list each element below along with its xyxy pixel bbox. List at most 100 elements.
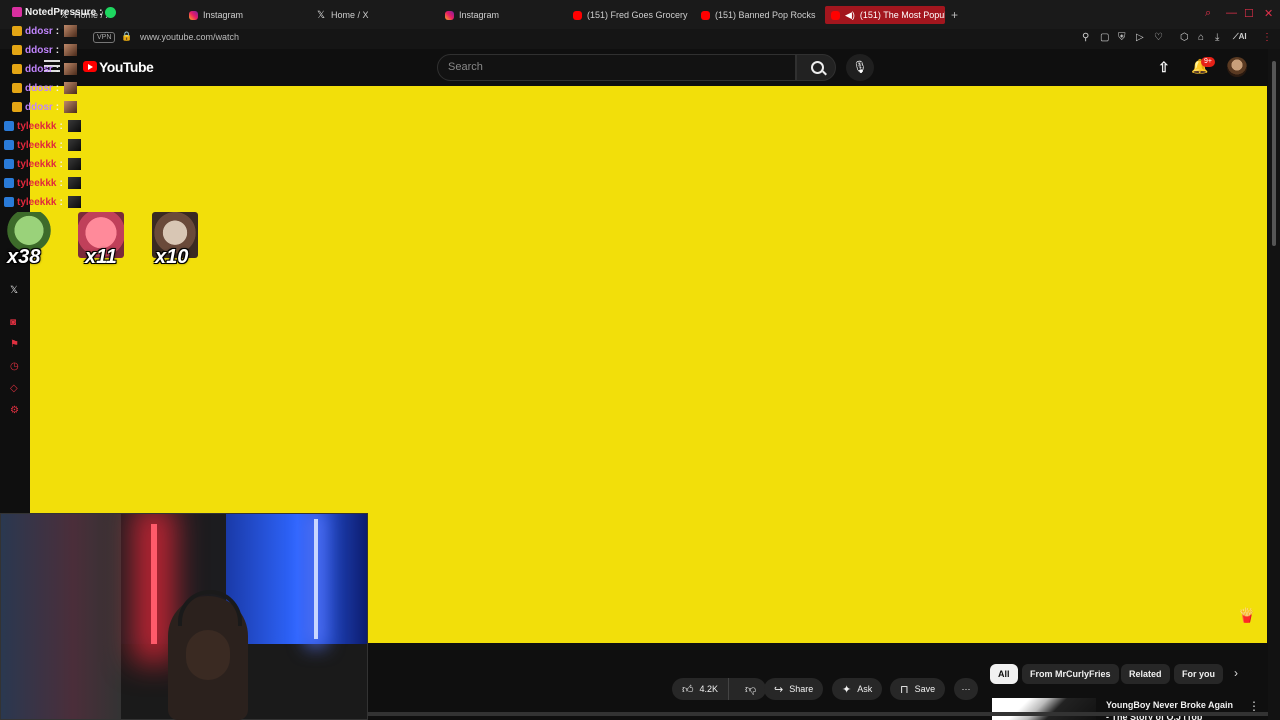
chat-message: ddosr : — [12, 43, 78, 57]
sub-badge-icon — [12, 26, 22, 36]
notification-badge: 9+ — [1201, 57, 1215, 67]
search-icon[interactable]: ⌕ — [1205, 7, 1211, 20]
recommended-thumbnail[interactable] — [992, 698, 1096, 720]
chevron-right-icon[interactable]: › — [1234, 666, 1238, 680]
chat-message: ddosr : — [12, 100, 78, 114]
youtube-logo-text[interactable]: YouTube — [99, 59, 154, 75]
play-icon[interactable]: ▷ — [1136, 32, 1144, 43]
chat-message: tyleekkk : — [4, 157, 81, 171]
tab-instagram[interactable]: Instagram — [445, 6, 499, 24]
recommended-title[interactable]: YoungBoy Never Broke Again - The Story o… — [1106, 699, 1236, 720]
chat-emote — [67, 158, 81, 170]
like-dislike-group: 👍︎ 4.2K 👎︎ — [672, 678, 767, 700]
chip-related[interactable]: Related — [1121, 664, 1170, 684]
microphone-icon[interactable]: 🎙 — [846, 54, 874, 81]
ask-button[interactable]: ✦ Ask — [832, 678, 883, 700]
pin-icon[interactable]: ⚲ — [1082, 32, 1089, 43]
minimize-icon[interactable]: — — [1226, 7, 1237, 19]
ai-button[interactable]: ⟋AI — [1233, 32, 1247, 42]
youtube-logo-icon[interactable] — [83, 61, 97, 72]
chat-emote — [64, 82, 78, 94]
sub-badge-icon — [4, 121, 14, 131]
close-icon[interactable]: ✕ — [1264, 7, 1273, 20]
chip-all[interactable]: All — [990, 664, 1018, 684]
thumbs-down-icon: 👎︎ — [745, 683, 757, 696]
address-bar: VPN 🔒 www.youtube.com/watch ⚲ ▢ ⛨ ▷ ♡ ⬡ … — [0, 29, 1280, 49]
instagram-icon[interactable]: ◙ — [10, 317, 16, 328]
tag-icon[interactable]: ◇ — [10, 383, 18, 394]
maximize-icon[interactable]: ☐ — [1244, 7, 1254, 20]
youtube-icon — [701, 10, 710, 20]
menu-icon[interactable]: ⋮ — [1262, 32, 1272, 43]
bookmark-icon: ⊓ — [900, 683, 909, 696]
chat-emote — [64, 25, 78, 37]
thumbs-up-icon: 👍︎ — [682, 683, 694, 696]
history-icon[interactable]: ◷ — [10, 361, 19, 372]
tab-home-x[interactable]: 𝕏 Home / X — [317, 6, 369, 24]
youtube-icon — [573, 10, 582, 20]
x-icon: 𝕏 — [317, 9, 326, 21]
wallet-icon[interactable]: ⌂ — [1198, 32, 1204, 43]
sub-badge-icon — [4, 140, 14, 150]
chat-emote — [67, 196, 81, 208]
browser-tab-bar: 𝕏 Home / X Instagram 𝕏 Home / X Instagra… — [0, 0, 1280, 29]
chat-message: ddosr : — [12, 62, 78, 76]
dislike-button[interactable]: 👎︎ — [735, 683, 766, 696]
scrollbar[interactable] — [1268, 49, 1280, 720]
share-button[interactable]: ↪ Share — [764, 678, 824, 700]
tab-instagram[interactable]: Instagram — [189, 6, 243, 24]
emote-combo-count: x38 — [7, 246, 41, 268]
chat-emote — [67, 120, 81, 132]
like-button[interactable]: 👍︎ 4.2K — [672, 678, 730, 700]
chat-message: ddosr : — [12, 81, 78, 95]
chat-emote — [67, 139, 81, 151]
heart-icon[interactable]: ♡ — [1154, 32, 1163, 43]
save-button[interactable]: ⊓ Save — [890, 678, 946, 700]
streamer-header: NotedPressure : — [12, 5, 117, 19]
chat-message: tyleekkk : — [4, 176, 81, 190]
tab-youtube-fred[interactable]: (151) Fred Goes Grocery S — [573, 6, 689, 24]
tab-youtube-active[interactable]: ◀) (151) The Most Popula — [825, 6, 945, 24]
snapshot-icon[interactable]: ▢ — [1100, 32, 1109, 43]
more-actions-button[interactable]: ⋯ — [954, 678, 978, 700]
settings-icon[interactable]: ⚙ — [10, 405, 19, 416]
speaker-icon: ◀) — [845, 9, 855, 20]
extensions-icon[interactable]: ⬡ — [1180, 32, 1189, 43]
avatar[interactable] — [1227, 57, 1247, 77]
shield-icon[interactable]: ⛨ — [1118, 32, 1126, 43]
chat-message: ddosr : — [12, 24, 78, 38]
video-progress-bar[interactable] — [368, 712, 1268, 716]
new-tab-button[interactable]: + — [951, 8, 958, 22]
chat-emote — [64, 44, 78, 56]
sub-badge-icon — [12, 102, 22, 112]
spotify-icon — [105, 6, 117, 18]
youtube-header: YouTube 🎙 ⇧ 🔔 9+ — [0, 49, 1280, 86]
upload-icon[interactable]: ⇧ — [1158, 59, 1170, 76]
search-box[interactable] — [437, 54, 796, 81]
chat-message: tyleekkk : — [4, 138, 81, 152]
more-options-icon[interactable]: ⋮ — [1248, 699, 1260, 713]
emote-combo-count: x10 — [155, 246, 189, 268]
chip-from-channel[interactable]: From MrCurlyFries — [1022, 664, 1119, 684]
vpn-button[interactable]: VPN — [93, 32, 116, 43]
search-input[interactable] — [448, 61, 778, 73]
scrollbar-thumb[interactable] — [1272, 61, 1276, 246]
search-button[interactable] — [796, 54, 836, 81]
x-icon[interactable]: 𝕏 — [10, 285, 18, 296]
share-icon: ↪ — [774, 683, 784, 696]
instagram-icon — [445, 10, 454, 20]
youtube-icon — [831, 10, 840, 20]
tab-youtube-pop-rocks[interactable]: (151) Banned Pop Rocks C — [701, 6, 817, 24]
chat-message: tyleekkk : — [4, 119, 81, 133]
chat-emote — [64, 63, 78, 75]
url-field[interactable]: www.youtube.com/watch — [140, 32, 239, 42]
chat-message: tyleekkk : — [4, 195, 81, 209]
download-icon[interactable]: ⤓ — [1215, 32, 1219, 43]
lock-icon[interactable]: 🔒 — [121, 31, 132, 42]
stream-badge-icon — [12, 7, 22, 17]
sub-badge-icon — [4, 178, 14, 188]
bookmark-icon[interactable]: ⚑ — [10, 339, 19, 350]
sub-badge-icon — [4, 159, 14, 169]
chip-for-you[interactable]: For you — [1174, 664, 1223, 684]
chat-emote — [67, 177, 81, 189]
